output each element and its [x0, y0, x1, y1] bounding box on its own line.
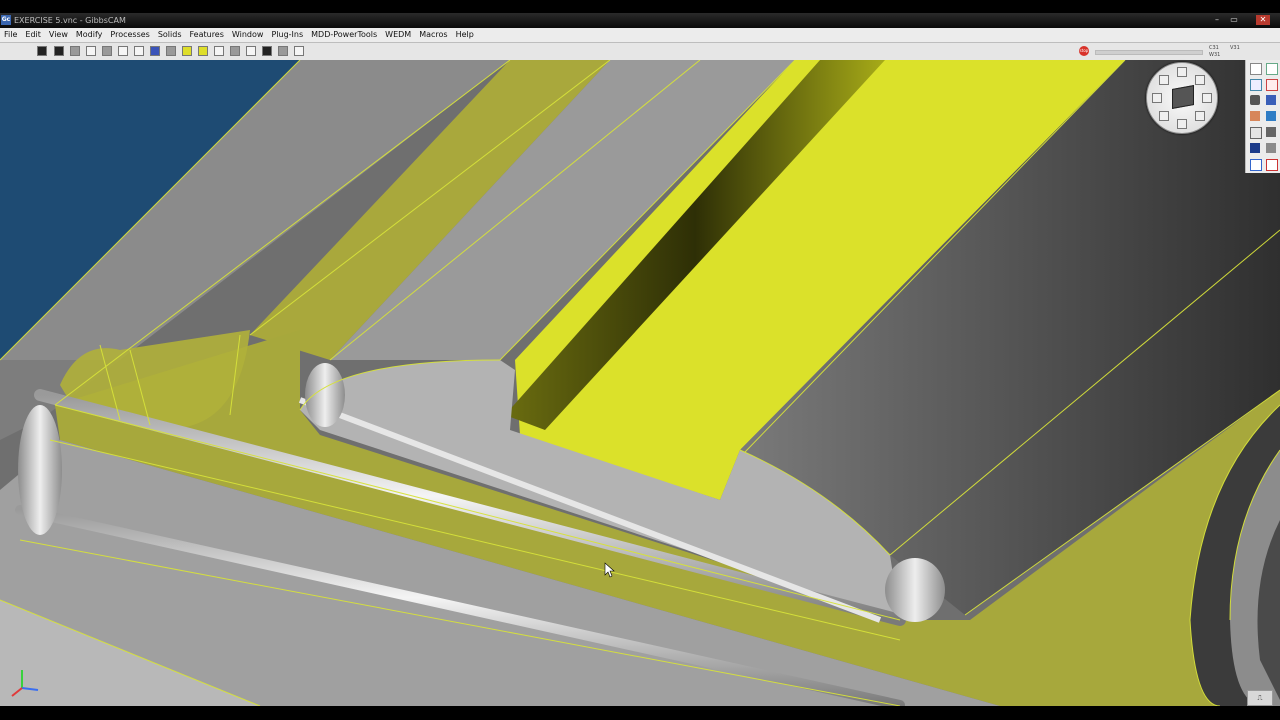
workspace-icon[interactable]	[1250, 79, 1262, 91]
view-bottom-icon[interactable]	[1177, 119, 1187, 129]
stock-button[interactable]	[166, 46, 176, 56]
menu-modify[interactable]: Modify	[72, 28, 107, 42]
show-edges-button[interactable]	[118, 46, 128, 56]
menu-processes[interactable]: Processes	[106, 28, 153, 42]
render-hidden-line-button[interactable]	[54, 46, 64, 56]
select-edge-button[interactable]	[230, 46, 240, 56]
menu-wedm[interactable]: WEDM	[381, 28, 415, 42]
menu-plug-ins[interactable]: Plug-Ins	[267, 28, 307, 42]
solids-icon[interactable]	[1266, 127, 1276, 137]
view-top-icon[interactable]	[1177, 67, 1187, 77]
menu-bar: File Edit View Modify Processes Solids F…	[0, 28, 1280, 43]
maximize-button[interactable]: ▭	[1228, 15, 1240, 25]
gibbscam-app-icon[interactable]: Gc	[1, 15, 11, 25]
progress-bar	[1095, 50, 1203, 55]
menu-macros[interactable]: Macros	[415, 28, 451, 42]
window-title: EXERCISE 5.vnc - GibbsCAM	[14, 16, 126, 25]
color-palette-button[interactable]	[150, 46, 160, 56]
render-mode-button[interactable]	[102, 46, 112, 56]
view-left-icon[interactable]	[1159, 111, 1169, 121]
coord-readout-w: W31	[1209, 52, 1221, 58]
doc-icon[interactable]	[1250, 159, 1262, 171]
menu-window[interactable]: Window	[228, 28, 268, 42]
gibbscam-window: Gc EXERCISE 5.vnc - GibbsCAM – ▭ ✕ File …	[0, 0, 1280, 720]
show-faces-button[interactable]	[134, 46, 144, 56]
select-face-button[interactable]	[182, 46, 192, 56]
coordinate-system-icon[interactable]	[1266, 63, 1278, 75]
coord-readout-v: V31	[1230, 45, 1240, 51]
flag-icon[interactable]	[1266, 159, 1278, 171]
close-button[interactable]: ✕	[1256, 15, 1270, 25]
render-wireframe-button[interactable]	[37, 46, 47, 56]
measure-button[interactable]	[246, 46, 256, 56]
stock-icon[interactable]	[1250, 111, 1260, 121]
render-smooth-button[interactable]	[86, 46, 96, 56]
menu-mdd-powertools[interactable]: MDD-PowerTools	[307, 28, 381, 42]
operations-icon[interactable]	[1250, 143, 1260, 153]
coord-readout-c: C31	[1209, 45, 1219, 51]
menu-features[interactable]: Features	[186, 28, 228, 42]
corner-view-button[interactable]: ⎍	[1247, 690, 1273, 706]
minimize-button[interactable]: –	[1211, 15, 1223, 25]
xyz-axis-triad-icon	[11, 670, 39, 697]
workgroup-button[interactable]	[278, 46, 288, 56]
new-document-icon[interactable]	[1250, 63, 1262, 75]
view-orientation-dial-icon[interactable]	[1146, 62, 1218, 134]
view-rotate-icon[interactable]	[1159, 75, 1169, 85]
machine-icon[interactable]	[1266, 143, 1276, 153]
plane-icon[interactable]	[1266, 95, 1276, 105]
render-shaded-button[interactable]	[70, 46, 80, 56]
view-back-icon[interactable]	[1195, 111, 1205, 121]
select-solid-button[interactable]	[198, 46, 208, 56]
context-help-button[interactable]	[294, 46, 304, 56]
view-iso-icon[interactable]	[1202, 93, 1212, 103]
menu-help[interactable]: Help	[452, 28, 478, 42]
menu-file[interactable]: File	[0, 28, 21, 42]
title-bar[interactable]: Gc EXERCISE 5.vnc - GibbsCAM – ▭ ✕	[0, 13, 1280, 28]
bottom-strip	[0, 706, 1280, 720]
transform-button[interactable]	[262, 46, 272, 56]
stop-icon[interactable]: stop	[1079, 46, 1089, 56]
view-cube-icon[interactable]	[1172, 85, 1194, 109]
axis-icon[interactable]	[1266, 79, 1278, 91]
view-front-icon[interactable]	[1152, 93, 1162, 103]
part-render	[0, 60, 1280, 706]
3d-viewport[interactable]	[0, 60, 1280, 706]
menu-view[interactable]: View	[45, 28, 72, 42]
visibility-icon[interactable]	[1250, 127, 1262, 139]
menu-solids[interactable]: Solids	[154, 28, 186, 42]
view-right-icon[interactable]	[1195, 75, 1205, 85]
menu-edit[interactable]: Edit	[21, 28, 45, 42]
tool-icon[interactable]	[1250, 95, 1260, 105]
right-tool-palette	[1245, 60, 1280, 173]
main-toolbar: stop C31 W31 V31	[0, 43, 1280, 60]
layers-icon[interactable]	[1266, 111, 1276, 121]
select-body-button[interactable]	[214, 46, 224, 56]
